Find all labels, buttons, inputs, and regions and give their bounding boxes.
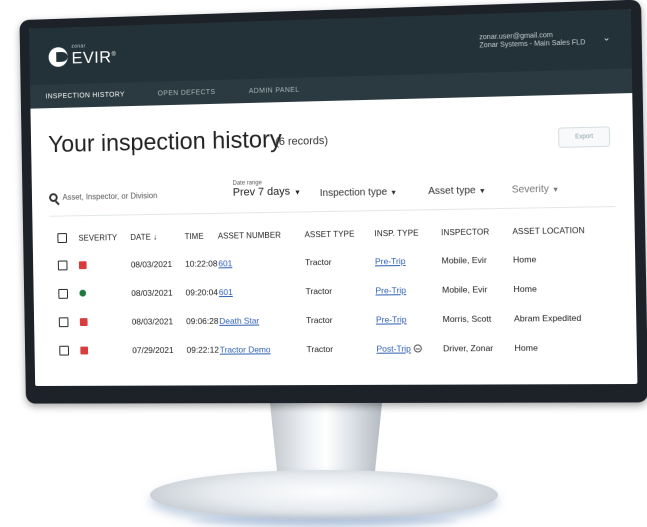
date-range-dropdown[interactable]: Date range Prev 7 days ▼ — [233, 179, 301, 198]
row-date: 08/03/2021 — [130, 258, 173, 269]
row-date: 08/03/2021 — [131, 287, 173, 298]
row-inspector: Driver, Zonar — [443, 342, 494, 353]
row-location: Home — [514, 342, 538, 353]
sort-down-icon: ↓ — [152, 232, 158, 242]
row-checkbox[interactable] — [57, 260, 68, 270]
row-date: 08/03/2021 — [131, 315, 174, 327]
caret-down-icon: ▼ — [551, 186, 560, 194]
asset-link[interactable]: Death Star — [219, 315, 259, 325]
row-inspector: Mobile, Evir — [441, 254, 487, 266]
monitor-frame: zonar EVIR® zonar.user@gmail.com Zonar S… — [19, 0, 647, 404]
row-checkbox[interactable] — [58, 288, 69, 299]
row-asset-type: Tractor — [305, 285, 333, 296]
row-asset-type: Tractor — [306, 343, 334, 354]
asset-link[interactable]: 601 — [219, 287, 233, 297]
inspection-type-label: Inspection type — [319, 186, 388, 200]
insp-type-link[interactable]: Pre-Trip — [376, 314, 407, 324]
severity-critical-icon — [78, 260, 87, 269]
row-time: 10:22:08 — [185, 257, 218, 269]
row-time: 09:06:28 — [186, 315, 219, 326]
app-logo[interactable]: zonar EVIR® — [48, 43, 116, 68]
monitor-stand-base — [150, 470, 498, 520]
tab-inspection-history[interactable]: INSPECTION HISTORY — [45, 91, 124, 100]
caret-down-icon: ▼ — [390, 189, 398, 197]
row-inspector: Morris, Scott — [442, 313, 492, 324]
col-severity[interactable]: SEVERITY — [78, 233, 130, 242]
table-row[interactable]: 08/03/2021 09:06:28 Death Star Tractor P… — [58, 302, 622, 336]
insp-type-link[interactable]: Pre-Trip — [375, 285, 406, 295]
caret-down-icon: ▼ — [478, 188, 486, 196]
row-time: 09:22:12 — [186, 344, 220, 355]
caret-down-icon: ▼ — [293, 189, 301, 197]
registered-mark: ® — [111, 52, 116, 59]
select-all-checkbox[interactable] — [57, 233, 68, 244]
asset-type-label: Asset type — [428, 185, 476, 198]
col-asset-type[interactable]: ASSET TYPE — [305, 229, 375, 239]
chevron-down-icon[interactable]: ⌄ — [602, 32, 610, 43]
app-screen: zonar EVIR® zonar.user@gmail.com Zonar S… — [29, 9, 638, 386]
asset-link[interactable]: 601 — [218, 258, 232, 268]
search-input[interactable] — [62, 190, 188, 202]
col-inspector[interactable]: INSPECTOR — [441, 227, 513, 237]
row-inspector: Mobile, Evir — [441, 283, 488, 295]
tab-admin-panel[interactable]: ADMIN PANEL — [249, 86, 300, 94]
row-location: Abram Expedited — [513, 312, 582, 323]
inspection-type-dropdown[interactable]: Inspection type ▼ — [320, 187, 397, 199]
severity-ok-icon — [79, 289, 87, 297]
severity-critical-icon — [79, 317, 88, 326]
filter-bar: Date range Prev 7 days▼ Inspection type▼… — [31, 154, 634, 221]
row-checkbox[interactable] — [59, 345, 69, 356]
row-time: 09:20:04 — [185, 286, 219, 297]
col-date-label: DATE — [130, 232, 151, 242]
col-date[interactable]: DATE ↓ — [130, 232, 184, 242]
search-box[interactable] — [49, 186, 194, 206]
col-time[interactable]: TIME — [185, 231, 218, 240]
info-icon[interactable] — [413, 344, 423, 353]
logo-mark-icon — [48, 46, 68, 67]
monitor-mockup: zonar EVIR® zonar.user@gmail.com Zonar S… — [0, 0, 647, 527]
col-insp-type[interactable]: INSP. TYPE — [374, 228, 441, 238]
search-icon — [49, 192, 58, 202]
asset-type-dropdown[interactable]: Asset type ▼ — [428, 185, 486, 197]
table-row[interactable]: 07/29/2021 09:22:12 Tractor Demo Tractor… — [59, 332, 622, 365]
page-title: Your inspection history — [47, 126, 282, 159]
severity-dropdown[interactable]: Severity ▼ — [512, 184, 560, 196]
insp-type-link[interactable]: Post-Trip — [376, 343, 411, 353]
row-asset-type: Tractor — [305, 314, 333, 325]
tab-open-defects[interactable]: OPEN DEFECTS — [158, 88, 216, 96]
severity-critical-icon — [80, 346, 89, 354]
inspection-table: SEVERITY DATE ↓ TIME ASSET NUMBER ASSET … — [57, 216, 622, 364]
app-name: EVIR — [71, 47, 112, 68]
row-checkbox[interactable] — [58, 316, 69, 327]
severity-label: Severity — [511, 183, 550, 196]
row-date: 07/29/2021 — [132, 344, 174, 355]
row-location: Home — [512, 253, 537, 265]
row-asset-type: Tractor — [304, 256, 332, 267]
export-button[interactable]: Export — [558, 126, 611, 148]
insp-type-link[interactable]: Pre-Trip — [375, 255, 406, 265]
account-menu[interactable]: zonar.user@gmail.com Zonar Systems - Mai… — [479, 31, 585, 51]
record-count: (6 records) — [275, 134, 329, 149]
asset-link[interactable]: Tractor Demo — [220, 344, 271, 354]
filter-divider — [49, 206, 616, 217]
col-asset-location[interactable]: ASSET LOCATION — [512, 225, 595, 235]
row-location: Home — [513, 283, 537, 294]
date-range-value: Prev 7 days — [232, 185, 291, 199]
col-asset-number[interactable]: ASSET NUMBER — [218, 230, 305, 240]
